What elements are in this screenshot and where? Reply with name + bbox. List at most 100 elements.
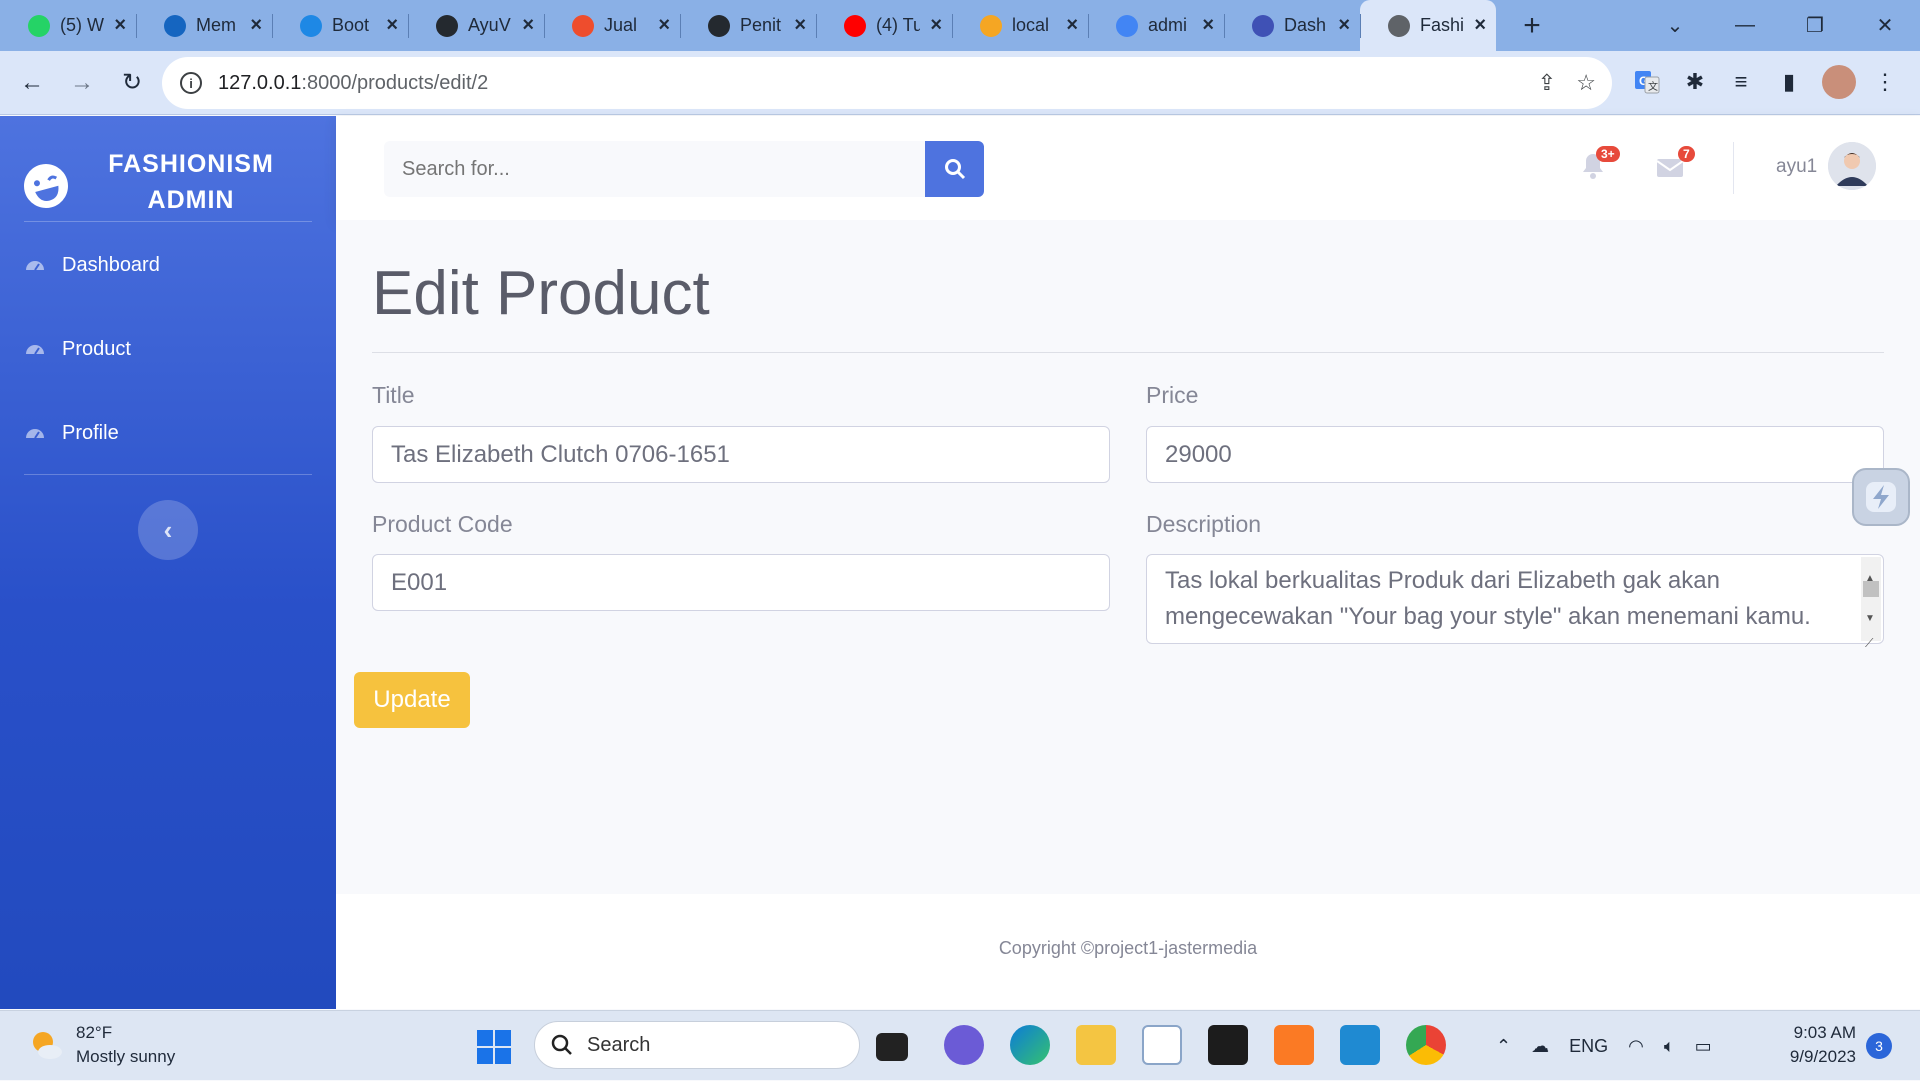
task-view-icon[interactable]	[876, 1033, 908, 1061]
tab-list: (5) W × Mem × Boot × AyuV × Jual × Penit × (4) Tu × lo…	[0, 0, 1496, 51]
teams-chat-icon[interactable]	[944, 1025, 984, 1065]
update-button[interactable]: Update	[354, 672, 470, 728]
browser-tab[interactable]: Mem ×	[136, 0, 272, 51]
restore-button[interactable]: ❐	[1780, 13, 1850, 38]
close-tab-icon[interactable]: ×	[1474, 14, 1486, 37]
price-input[interactable]: 29000	[1146, 426, 1884, 483]
volume-icon[interactable]: 🔈︎	[1664, 1036, 1675, 1057]
close-tab-icon[interactable]: ×	[1066, 14, 1078, 37]
close-tab-icon[interactable]: ×	[114, 14, 126, 37]
scrollbar-thumb[interactable]	[1863, 581, 1879, 597]
tab-title: admi	[1148, 15, 1188, 35]
browser-tab[interactable]: Dash ×	[1224, 0, 1360, 51]
sticky-notes-icon[interactable]	[1208, 1025, 1248, 1065]
tab-title: Mem	[196, 15, 236, 35]
tab-title: Jual	[604, 15, 638, 35]
browser-tab[interactable]: AyuV ×	[408, 0, 544, 51]
title-divider	[372, 352, 1884, 353]
forward-button[interactable]: →	[64, 69, 100, 97]
chevron-left-icon: ‹	[163, 514, 173, 545]
tab-title: Penit	[740, 15, 782, 35]
minimize-button[interactable]: —	[1710, 14, 1780, 37]
textarea-scrollbar[interactable]: ▲ ▼ ⟋	[1861, 557, 1881, 650]
translate-icon[interactable]: G文	[1630, 65, 1664, 99]
reload-button[interactable]: ↻	[114, 68, 150, 97]
share-icon[interactable]: ⇪	[1538, 70, 1556, 96]
close-tab-icon[interactable]: ×	[522, 14, 534, 37]
extensions-icon[interactable]: ✱	[1678, 65, 1712, 99]
xampp-icon[interactable]	[1274, 1025, 1314, 1065]
sidebar-brand[interactable]: FASHIONISM ADMIN	[0, 136, 336, 218]
weather-widget[interactable]: 82°F Mostly sunny	[28, 1021, 175, 1069]
sidebar-item-product[interactable]: Product	[24, 329, 131, 369]
close-tab-icon[interactable]: ×	[794, 14, 806, 37]
browser-tab[interactable]: (5) W ×	[0, 0, 136, 51]
url-bar[interactable]: i 127.0.0.1:8000/products/edit/2 ⇪ ☆	[162, 57, 1612, 109]
resource-monitor-icon[interactable]	[1142, 1025, 1182, 1065]
chevron-up-icon[interactable]: ⌃	[1496, 1036, 1511, 1057]
product-code-input[interactable]: E001	[372, 554, 1110, 611]
browser-tab[interactable]: Penit ×	[680, 0, 816, 51]
close-tab-icon[interactable]: ×	[930, 14, 942, 37]
bookmark-star-icon[interactable]: ☆	[1576, 70, 1596, 96]
messages-badge: 7	[1678, 146, 1695, 162]
title-input[interactable]: Tas Elizabeth Clutch 0706-1651	[372, 426, 1110, 483]
shopee-icon	[572, 14, 594, 37]
description-label: Description	[1146, 511, 1262, 537]
new-tab-button[interactable]: +	[1512, 9, 1552, 43]
taskbar-search[interactable]: Search	[534, 1021, 860, 1069]
resize-handle-icon[interactable]: ⟋	[1865, 625, 1873, 661]
search-input[interactable]	[384, 141, 927, 197]
tab-search-icon[interactable]: ⌄	[1640, 13, 1710, 38]
description-textarea[interactable]: Tas lokal berkualitas Produk dari Elizab…	[1146, 554, 1884, 650]
product-code-label: Product Code	[372, 511, 513, 537]
avatar[interactable]	[1828, 142, 1876, 190]
battery-icon[interactable]: ▭	[1695, 1036, 1712, 1057]
messages-dropdown[interactable]: 7	[1656, 146, 1695, 182]
language-indicator[interactable]: ENG	[1569, 1036, 1608, 1057]
sidebar-item-profile[interactable]: Profile	[24, 413, 119, 453]
onedrive-icon[interactable]: ☁	[1531, 1036, 1549, 1057]
site-info-icon[interactable]: i	[180, 72, 202, 94]
close-tab-icon[interactable]: ×	[1338, 14, 1350, 37]
clock[interactable]: 9:03 AM 9/9/2023	[1784, 1021, 1856, 1069]
browser-tab[interactable]: Jual ×	[544, 0, 680, 51]
close-window-button[interactable]: ✕	[1850, 13, 1920, 38]
edge-icon[interactable]	[1010, 1025, 1050, 1065]
alerts-dropdown[interactable]: 3+	[1580, 146, 1620, 182]
chrome-icon[interactable]	[1406, 1025, 1446, 1065]
youtube-icon	[844, 14, 866, 37]
vscode-icon[interactable]	[1340, 1025, 1380, 1065]
notification-badge[interactable]: 3	[1866, 1033, 1892, 1059]
close-tab-icon[interactable]: ×	[250, 14, 262, 37]
file-explorer-icon[interactable]	[1076, 1025, 1116, 1065]
browser-tab[interactable]: Boot ×	[272, 0, 408, 51]
temperature: 82°F	[76, 1023, 113, 1042]
browser-tab[interactable]: admi ×	[1088, 0, 1224, 51]
floating-assistant-button[interactable]	[1852, 468, 1910, 526]
browser-tab[interactable]: local ×	[952, 0, 1088, 51]
description-text: Tas lokal berkualitas Produk dari Elizab…	[1165, 567, 1811, 630]
page-title: Edit Product	[372, 259, 710, 328]
browser-tab[interactable]: (4) Tu ×	[816, 0, 952, 51]
back-button[interactable]: ←	[14, 69, 50, 97]
brand-text: FASHIONISM ADMIN	[108, 150, 274, 214]
side-panel-icon[interactable]: ▮	[1772, 65, 1806, 99]
search-button[interactable]	[925, 141, 984, 197]
alerts-badge: 3+	[1596, 146, 1620, 162]
profile-avatar-icon[interactable]	[1822, 65, 1856, 99]
wifi-icon[interactable]: ◠	[1628, 1036, 1644, 1057]
media-icon[interactable]: ≡	[1724, 65, 1758, 99]
sidebar-item-dashboard[interactable]: Dashboard	[24, 245, 160, 285]
sidebar-toggle-button[interactable]: ‹	[138, 500, 198, 560]
search-icon	[944, 159, 965, 180]
google-icon	[1116, 14, 1138, 37]
browser-tab[interactable]: Fashi ×	[1360, 0, 1496, 51]
close-tab-icon[interactable]: ×	[1202, 14, 1214, 37]
close-tab-icon[interactable]: ×	[658, 14, 670, 37]
menu-kebab-icon[interactable]: ⋮	[1868, 65, 1902, 99]
close-tab-icon[interactable]: ×	[386, 14, 398, 37]
username[interactable]: ayu1	[1776, 156, 1817, 178]
search-icon	[551, 1034, 572, 1055]
windows-start-icon[interactable]	[476, 1029, 512, 1065]
